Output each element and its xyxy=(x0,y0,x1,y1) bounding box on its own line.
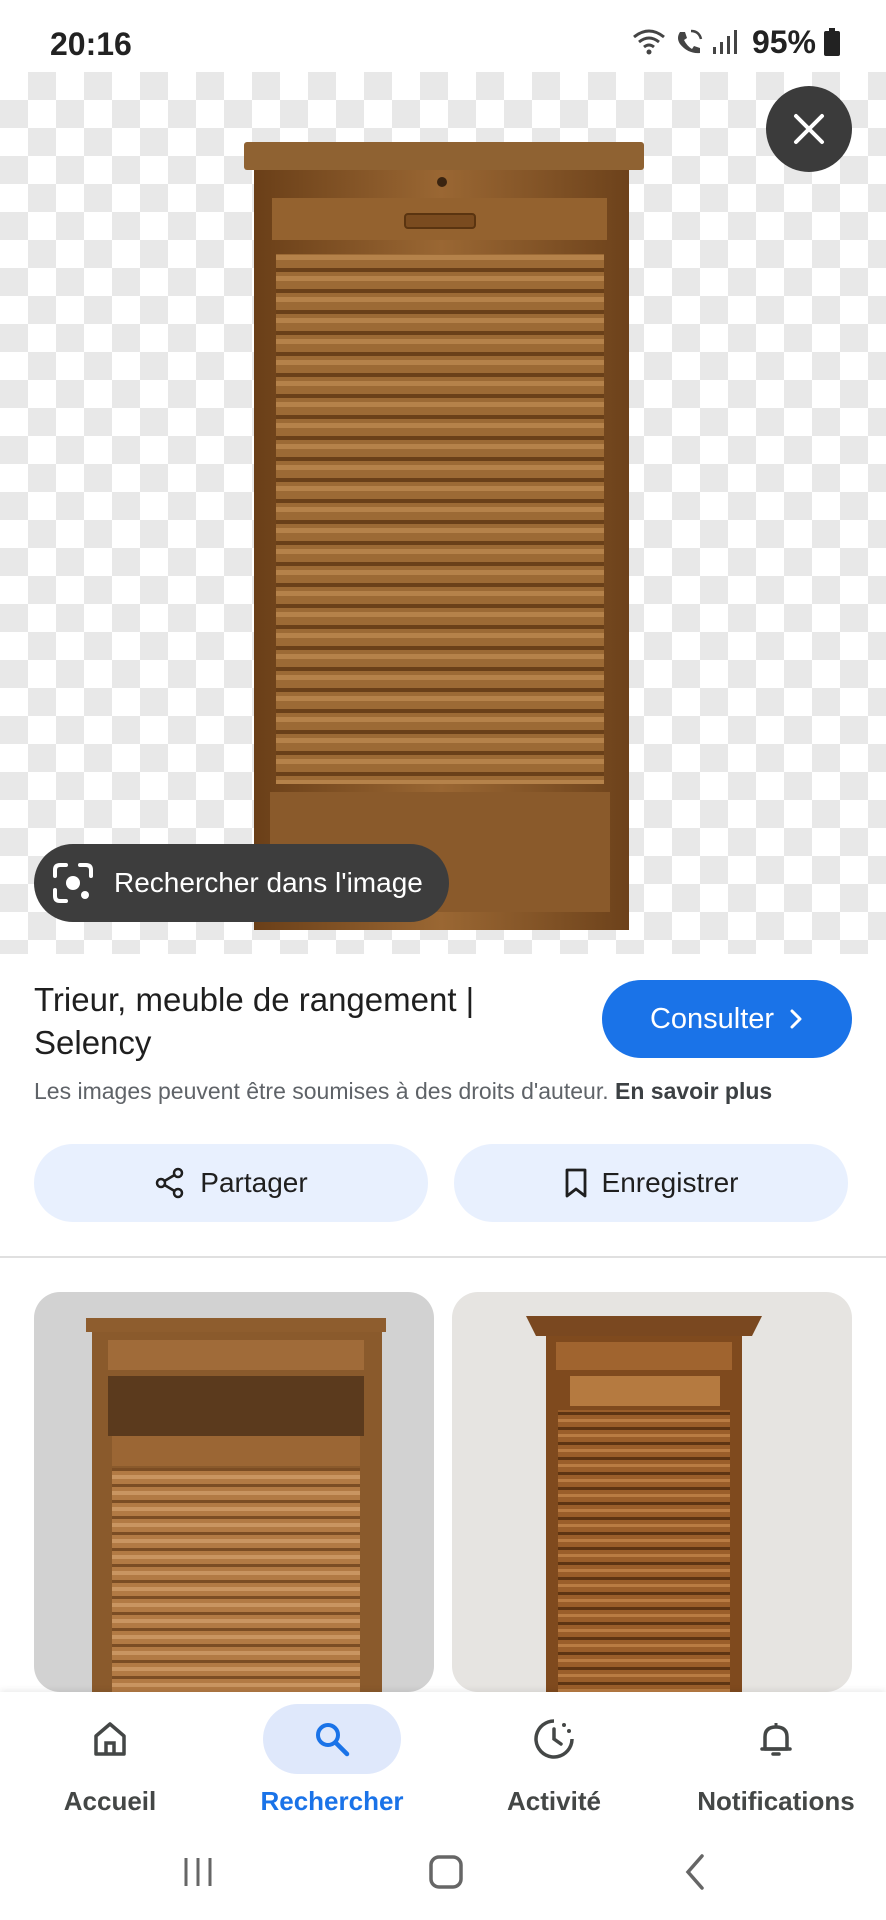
related-image-2[interactable] xyxy=(452,1292,852,1692)
related-cabinet-1 xyxy=(86,1318,386,1692)
nav-label-activity: Activité xyxy=(507,1786,601,1816)
system-navigation-bar xyxy=(0,1828,886,1920)
share-icon xyxy=(156,1167,184,1199)
status-time: 20:16 xyxy=(50,26,132,62)
battery-icon xyxy=(824,28,840,56)
activity-icon xyxy=(534,1719,574,1759)
lens-icon xyxy=(53,863,93,903)
visit-button[interactable]: Consulter xyxy=(602,980,852,1058)
learn-more-link[interactable]: En savoir plus xyxy=(615,1078,772,1104)
bookmark-icon xyxy=(565,1168,586,1198)
back-button[interactable] xyxy=(676,1852,716,1892)
section-divider xyxy=(0,1256,886,1258)
bottom-navigation: Accueil Rechercher Activité Notification… xyxy=(0,1692,886,1828)
nav-label-search: Rechercher xyxy=(260,1786,404,1816)
nav-label-home: Accueil xyxy=(63,1786,157,1816)
nav-item-search[interactable]: Rechercher xyxy=(232,1704,432,1817)
share-button[interactable]: Partager xyxy=(34,1144,428,1222)
lens-chip-label: Rechercher dans l'image xyxy=(114,867,423,898)
home-button[interactable] xyxy=(426,1852,466,1892)
chevron-right-icon xyxy=(790,1009,802,1029)
nav-item-notifications[interactable]: Notifications xyxy=(676,1704,876,1817)
share-label: Partager xyxy=(200,1167,308,1198)
wifi-calling-icon xyxy=(677,29,703,54)
copyright-text: Les images peuvent être soumises à des d… xyxy=(34,1078,609,1104)
save-button[interactable]: Enregistrer xyxy=(454,1144,848,1222)
home-icon xyxy=(94,1722,126,1756)
copyright-notice: Les images peuvent être soumises à des d… xyxy=(34,1078,772,1105)
status-bar: 20:16 95% xyxy=(0,0,886,72)
status-icons: 95% xyxy=(632,24,840,60)
nav-item-home[interactable]: Accueil xyxy=(10,1704,210,1817)
visit-button-label: Consulter xyxy=(649,1002,775,1035)
wifi-icon xyxy=(633,29,665,55)
signal-icon xyxy=(712,30,737,54)
main-image-cabinet xyxy=(244,142,644,930)
result-title: Trieur, meuble de rangement | Selency xyxy=(34,981,475,1061)
nav-label-notifications: Notifications xyxy=(697,1786,855,1816)
save-label: Enregistrer xyxy=(601,1167,739,1198)
related-cabinet-2 xyxy=(526,1316,762,1692)
recent-apps-button[interactable] xyxy=(178,1852,218,1892)
search-in-image-chip[interactable]: Rechercher dans l'image xyxy=(34,844,449,922)
close-button[interactable] xyxy=(766,86,852,172)
related-image-1[interactable] xyxy=(34,1292,434,1692)
close-icon xyxy=(794,114,824,144)
image-viewer: Rechercher dans l'image xyxy=(0,72,886,954)
battery-percentage: 95% xyxy=(751,23,816,60)
bell-icon xyxy=(760,1723,792,1756)
nav-item-activity[interactable]: Activité xyxy=(454,1704,654,1817)
search-icon xyxy=(316,1723,350,1757)
